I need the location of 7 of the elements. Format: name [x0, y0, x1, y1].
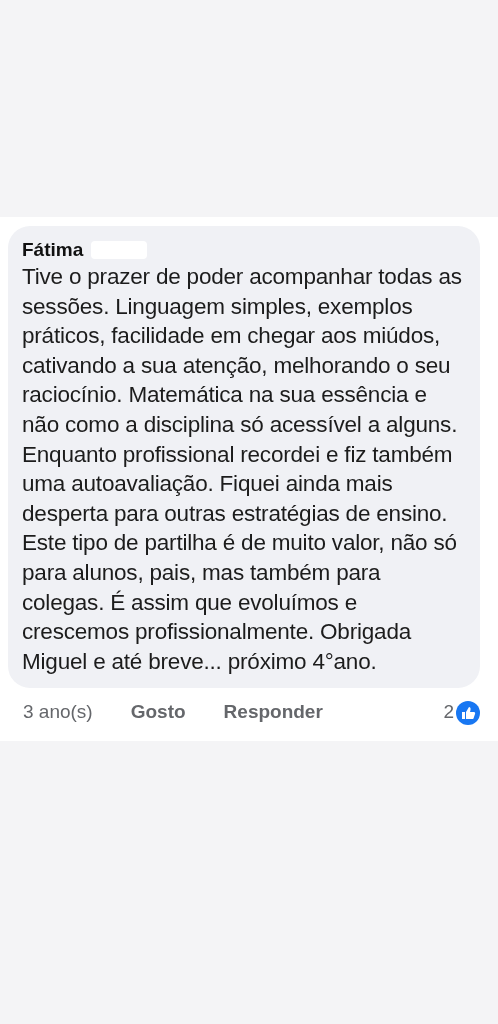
author-name[interactable]: Fátima: [22, 238, 84, 262]
like-icon: [456, 700, 480, 725]
reaction-count: 2: [443, 700, 454, 725]
comment-action-link[interactable]: Gosto: [130, 698, 186, 727]
comment-time: 3 ano(s): [23, 700, 93, 725]
comment-text: Tive o prazer de poder acompanhar todas as sessões. Linguagem simples, exemplos práticos, facilidade em chegar aos miúdos, cativando a sua atenção, melhorando o seu raciocínio. Matemática na sua essência e não como a disciplina só acessível a alguns. Enquanto profissional recordei e fiz também uma autoavaliação. Fiquei ainda mais desperta para outras estratégias de ensino. Este tipo de partilha é de muito valor, não só para alunos, pais, mas também para colegas. É assim que evoluímos e crescemos profissionalmente. Obrigada Miguel e até breve... próximo 4°ano.: [22, 263, 463, 676]
comment-action-link[interactable]: Responder: [223, 698, 323, 727]
